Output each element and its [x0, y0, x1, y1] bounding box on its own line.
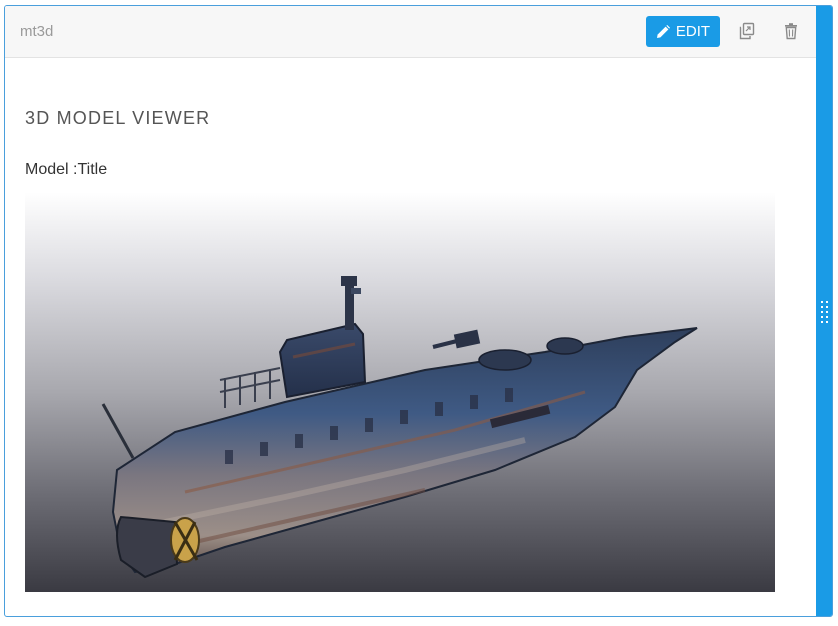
edit-button-label: EDIT [675, 23, 711, 40]
block-content: 3D MODEL VIEWER Model :Title [5, 58, 816, 616]
submarine-model [101, 276, 698, 579]
pencil-icon [656, 24, 670, 39]
block-panel: mt3d EDIT 3D MODEL VIEWER Model:Title [4, 5, 833, 617]
trash-icon[interactable] [782, 22, 800, 40]
model-viewer-canvas[interactable] [25, 192, 775, 592]
grip-icon [821, 301, 828, 323]
resize-handle[interactable] [816, 6, 832, 616]
model-title-label: Model :Title [25, 161, 108, 178]
block-header: mt3d EDIT [5, 6, 816, 58]
block-name: mt3d [20, 23, 54, 40]
viewer-heading: 3D MODEL VIEWER [25, 108, 211, 128]
edit-button[interactable]: EDIT [646, 16, 720, 47]
copy-icon[interactable] [738, 22, 756, 40]
